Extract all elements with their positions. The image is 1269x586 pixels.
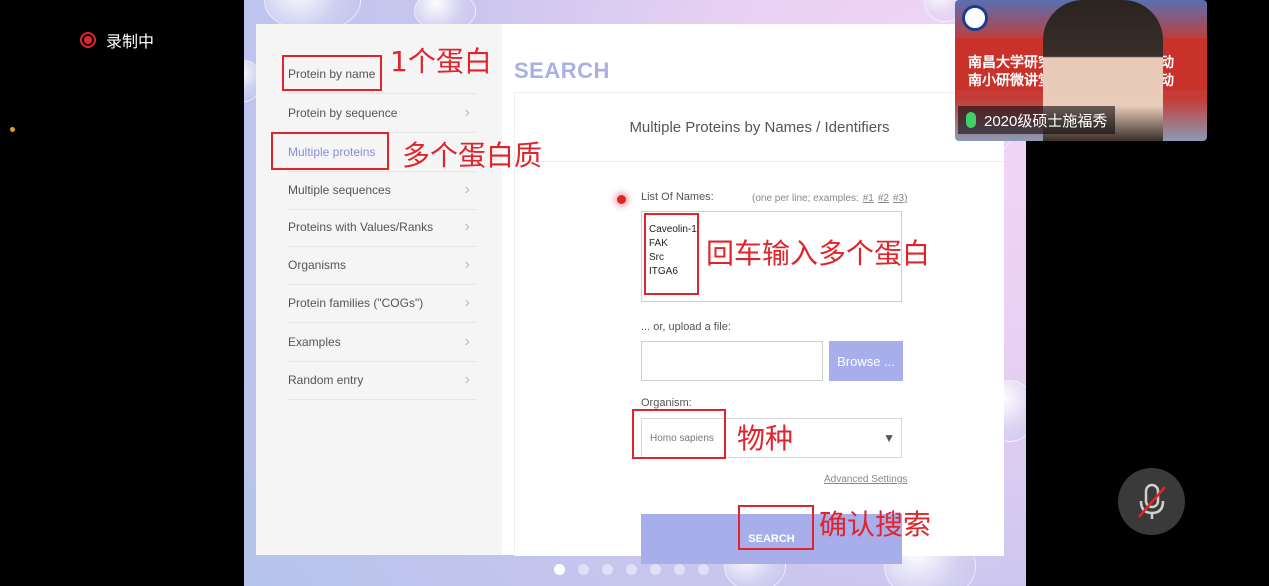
annotation-box xyxy=(282,55,382,91)
side-dot-icon xyxy=(10,127,15,132)
chevron-right-icon: › xyxy=(464,294,470,311)
example-link-1[interactable]: #1 xyxy=(863,193,874,204)
pager-dot[interactable] xyxy=(626,564,637,575)
nav-label: Protein families ("COGs") xyxy=(288,296,424,310)
card-title: Multiple Proteins by Names / Identifiers xyxy=(515,93,1004,162)
chevron-right-icon: › xyxy=(464,181,470,198)
annotation-enter-multi: 回车输入多个蛋白 xyxy=(706,237,931,270)
nav-protein-by-sequence[interactable]: Protein by sequence › xyxy=(288,94,476,133)
pager-dot[interactable] xyxy=(578,564,589,575)
participant-video[interactable]: 南昌大学研究 南小研微讲堂 动 动 2020级硕士施福秀 xyxy=(955,0,1207,141)
annotation-multi-protein: 多个蛋白质 xyxy=(402,139,543,172)
annotation-confirm: 确认搜索 xyxy=(819,508,932,541)
cursor-pointer-icon xyxy=(617,195,626,204)
nav-label: Proteins with Values/Ranks xyxy=(288,220,434,234)
recording-label: 录制中 xyxy=(106,34,155,51)
microphone-muted-icon xyxy=(1137,483,1166,519)
search-nav: Protein by name Protein by sequence › Mul… xyxy=(256,24,502,555)
banner-text-1: 南昌大学研究 xyxy=(968,54,1052,70)
participant-name: 2020级硕士施福秀 xyxy=(984,112,1108,130)
nav-examples[interactable]: Examples › xyxy=(288,323,476,362)
example-link-2[interactable]: #2 xyxy=(878,193,889,204)
list-of-names-label: List Of Names: xyxy=(641,191,714,203)
nav-proteins-values-ranks[interactable]: Proteins with Values/Ranks › xyxy=(288,208,476,247)
nav-label: Random entry xyxy=(288,373,364,387)
file-path-input[interactable] xyxy=(641,341,823,381)
nav-label: Organisms xyxy=(288,258,347,272)
annotation-species: 物种 xyxy=(737,422,794,455)
examples-hint: (one per line; examples: #1 #2 #3) xyxy=(752,193,907,204)
nav-multiple-sequences[interactable]: Multiple sequences › xyxy=(288,171,476,210)
examples-hint-text: (one per line; examples: xyxy=(752,193,859,204)
annotation-box xyxy=(271,132,389,170)
university-logo-icon xyxy=(962,5,988,31)
chevron-right-icon: › xyxy=(464,256,470,273)
dropdown-arrow-icon: ▼ xyxy=(883,431,895,445)
annotation-box xyxy=(632,409,726,459)
page-title: SEARCH xyxy=(514,58,610,83)
nav-label: Multiple sequences xyxy=(288,183,391,197)
microphone-icon xyxy=(966,112,976,128)
banner-text-2: 南小研微讲堂 xyxy=(968,72,1052,88)
annotation-box xyxy=(738,505,814,550)
nav-label: Protein by sequence xyxy=(288,106,398,120)
pager-dot[interactable] xyxy=(554,564,565,575)
search-card: Multiple Proteins by Names / Identifiers… xyxy=(514,92,1004,564)
record-icon xyxy=(80,32,96,48)
annotation-one-protein: 1个蛋白 xyxy=(390,45,492,78)
nav-label: Examples xyxy=(288,335,341,349)
nav-random-entry[interactable]: Random entry › xyxy=(288,361,476,400)
pager-dot[interactable] xyxy=(698,564,709,575)
chevron-right-icon: › xyxy=(464,218,470,235)
recording-indicator: 录制中 xyxy=(80,28,154,52)
organism-label: Organism: xyxy=(641,397,692,409)
presentation-slide: Protein by name Protein by sequence › Mul… xyxy=(244,0,1026,586)
chevron-right-icon: › xyxy=(464,333,470,350)
example-link-3[interactable]: #3) xyxy=(893,193,907,204)
pager-dot[interactable] xyxy=(650,564,661,575)
nav-protein-families[interactable]: Protein families ("COGs") › xyxy=(288,284,476,323)
advanced-settings-link[interactable]: Advanced Settings xyxy=(824,474,907,485)
mute-button[interactable] xyxy=(1118,468,1185,535)
annotation-box xyxy=(644,213,699,295)
slide-pager xyxy=(554,564,709,575)
string-search-panel: Protein by name Protein by sequence › Mul… xyxy=(256,24,1004,564)
pager-dot[interactable] xyxy=(602,564,613,575)
chevron-right-icon: › xyxy=(464,371,470,388)
upload-label: ... or, upload a file: xyxy=(641,321,731,333)
chevron-right-icon: › xyxy=(464,104,470,121)
participant-name-tag: 2020级硕士施福秀 xyxy=(958,106,1116,134)
nav-organisms[interactable]: Organisms › xyxy=(288,246,476,285)
browse-button[interactable]: Browse ... xyxy=(829,341,903,381)
pager-dot[interactable] xyxy=(674,564,685,575)
